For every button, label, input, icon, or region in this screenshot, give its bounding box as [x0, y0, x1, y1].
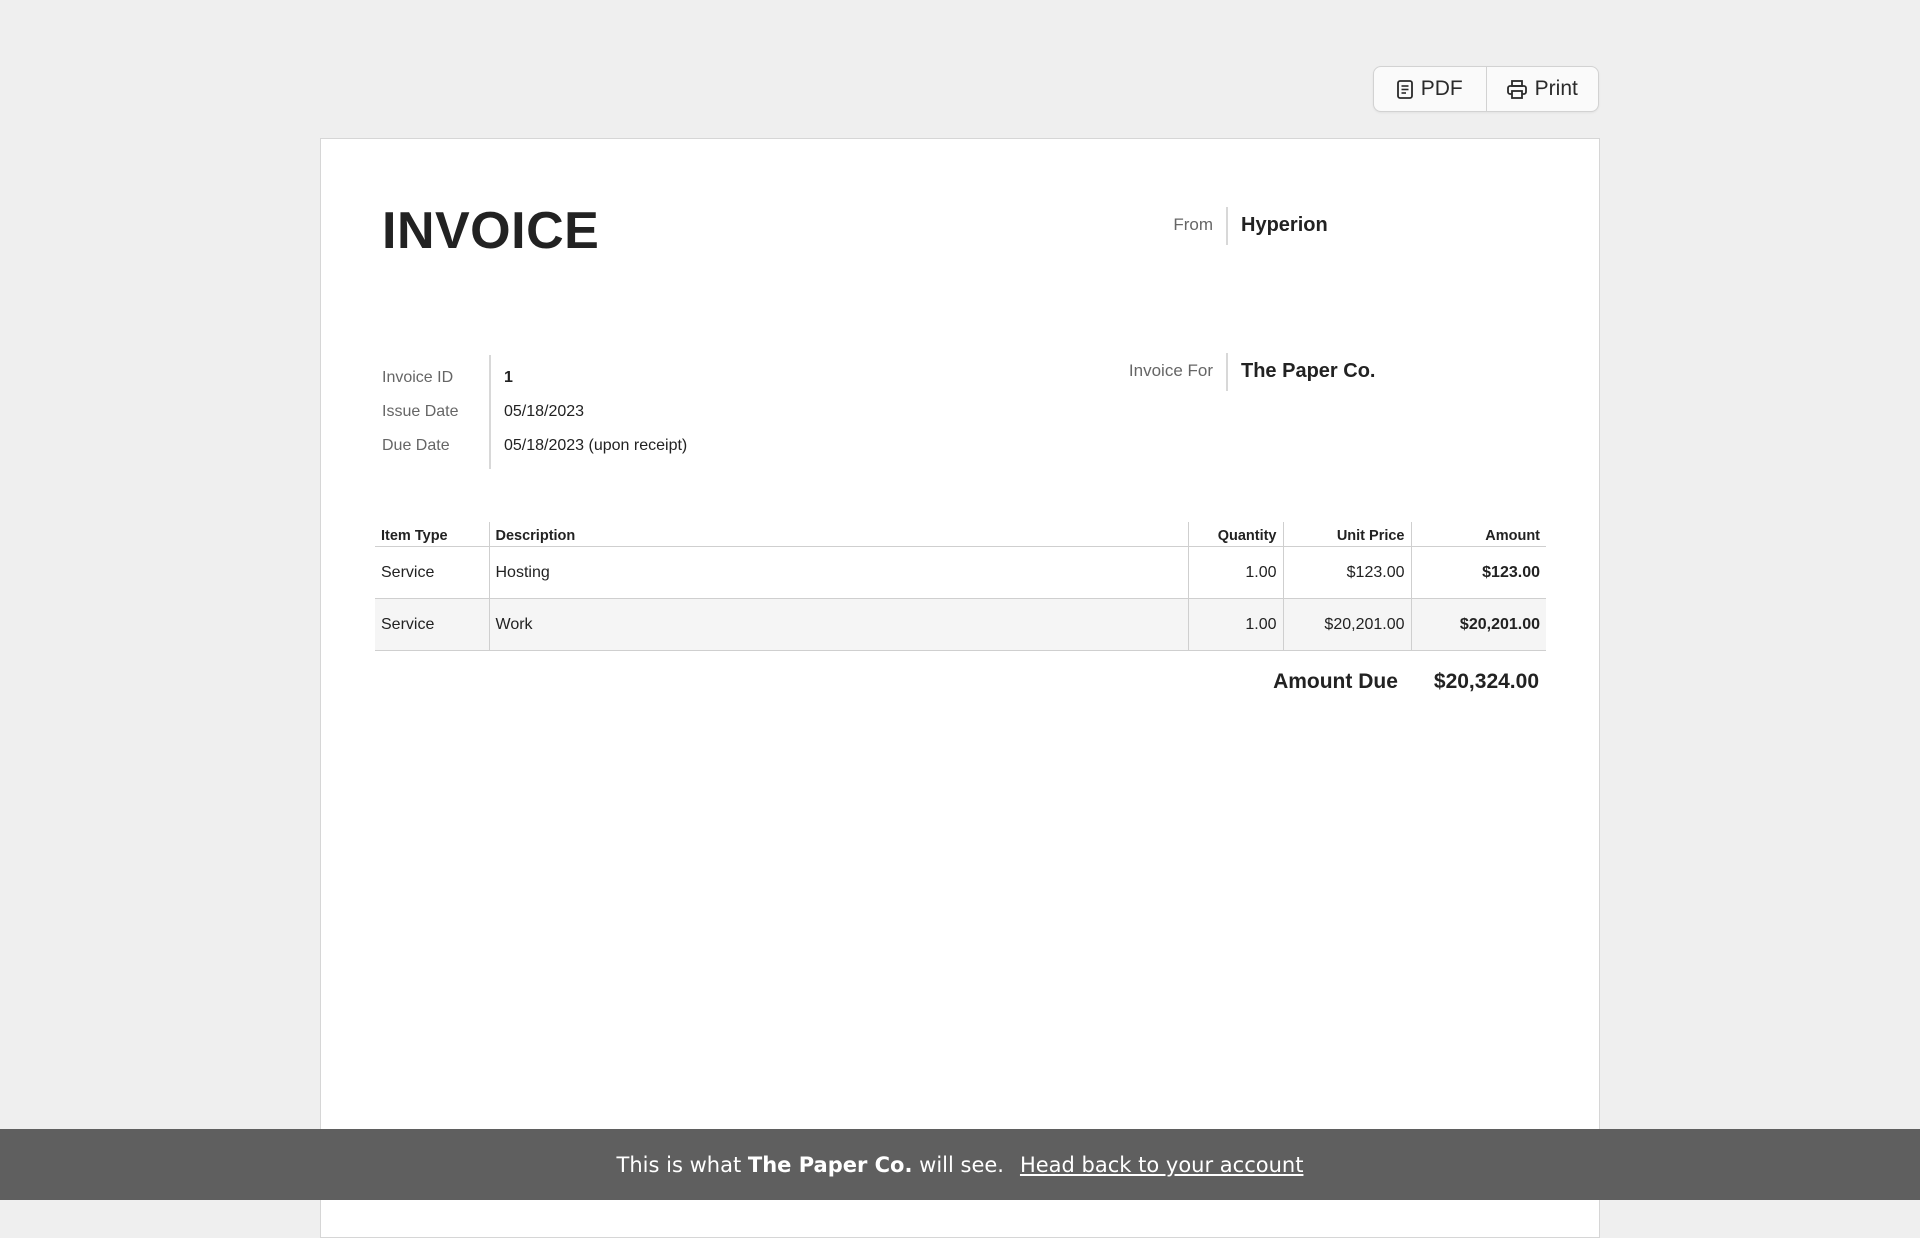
- invoice-for-block: Invoice For The Paper Co.: [1098, 353, 1375, 391]
- due-date-label: Due Date: [382, 437, 450, 454]
- export-toolbar: PDF Print: [1373, 66, 1599, 112]
- from-block: From Hyperion: [1098, 207, 1328, 245]
- back-to-account-link[interactable]: Head back to your account: [1020, 1153, 1303, 1177]
- cell-unit-price: $123.00: [1282, 546, 1411, 599]
- table-header-row: Item Type Description Quantity Unit Pric…: [375, 522, 1546, 547]
- invoice-title: INVOICE: [382, 202, 600, 260]
- header-quantity: Quantity: [1187, 522, 1283, 547]
- invoice-for-label: Invoice For: [1098, 353, 1228, 391]
- document-icon: [1396, 79, 1413, 99]
- cell-item-type: Service: [375, 546, 489, 599]
- invoice-for-value: The Paper Co.: [1241, 360, 1376, 382]
- cell-amount: $123.00: [1410, 546, 1546, 599]
- invoice-id-value: 1: [504, 369, 513, 386]
- cell-description: Hosting: [488, 546, 1188, 599]
- printer-icon: [1506, 79, 1527, 99]
- amount-due: Amount Due $20,324.00: [1273, 670, 1539, 694]
- issue-date-label: Issue Date: [382, 403, 459, 420]
- from-value: Hyperion: [1241, 214, 1328, 236]
- invoice-document: INVOICE From Hyperion Invoice For The Pa…: [320, 138, 1600, 1238]
- line-items-table: Item Type Description Quantity Unit Pric…: [375, 522, 1546, 651]
- cell-quantity: 1.00: [1187, 598, 1283, 651]
- table-row: Service Hosting 1.00 $123.00 $123.00: [375, 546, 1546, 599]
- header-amount: Amount: [1410, 522, 1546, 547]
- cell-description: Work: [488, 598, 1188, 651]
- pdf-label: PDF: [1420, 77, 1463, 100]
- table-row: Service Work 1.00 $20,201.00 $20,201.00: [375, 598, 1546, 651]
- banner-client-name: The Paper Co.: [747, 1152, 913, 1177]
- invoice-id-label: Invoice ID: [382, 369, 454, 386]
- print-label: Print: [1534, 77, 1578, 100]
- from-label: From: [1098, 207, 1228, 245]
- cell-amount: $20,201.00: [1410, 598, 1546, 651]
- banner-prefix: This is what: [616, 1152, 742, 1177]
- cell-unit-price: $20,201.00: [1282, 598, 1411, 651]
- cell-item-type: Service: [375, 598, 489, 651]
- issue-date-value: 05/18/2023: [504, 403, 585, 420]
- amount-due-value: $20,324.00: [1433, 670, 1539, 693]
- header-unit-price: Unit Price: [1282, 522, 1411, 547]
- print-button[interactable]: Print: [1485, 67, 1599, 111]
- header-description: Description: [488, 522, 1188, 547]
- due-date-value: 05/18/2023 (upon receipt): [504, 437, 688, 454]
- preview-banner: This is what The Paper Co. will see. Hea…: [0, 1129, 1920, 1200]
- pdf-button[interactable]: PDF: [1374, 67, 1486, 111]
- banner-suffix: will see.: [919, 1152, 1004, 1177]
- invoice-meta: Invoice ID Issue Date Due Date 1 05/18/2…: [382, 355, 687, 469]
- header-item-type: Item Type: [375, 522, 489, 547]
- amount-due-label: Amount Due: [1273, 670, 1398, 693]
- cell-quantity: 1.00: [1187, 546, 1283, 599]
